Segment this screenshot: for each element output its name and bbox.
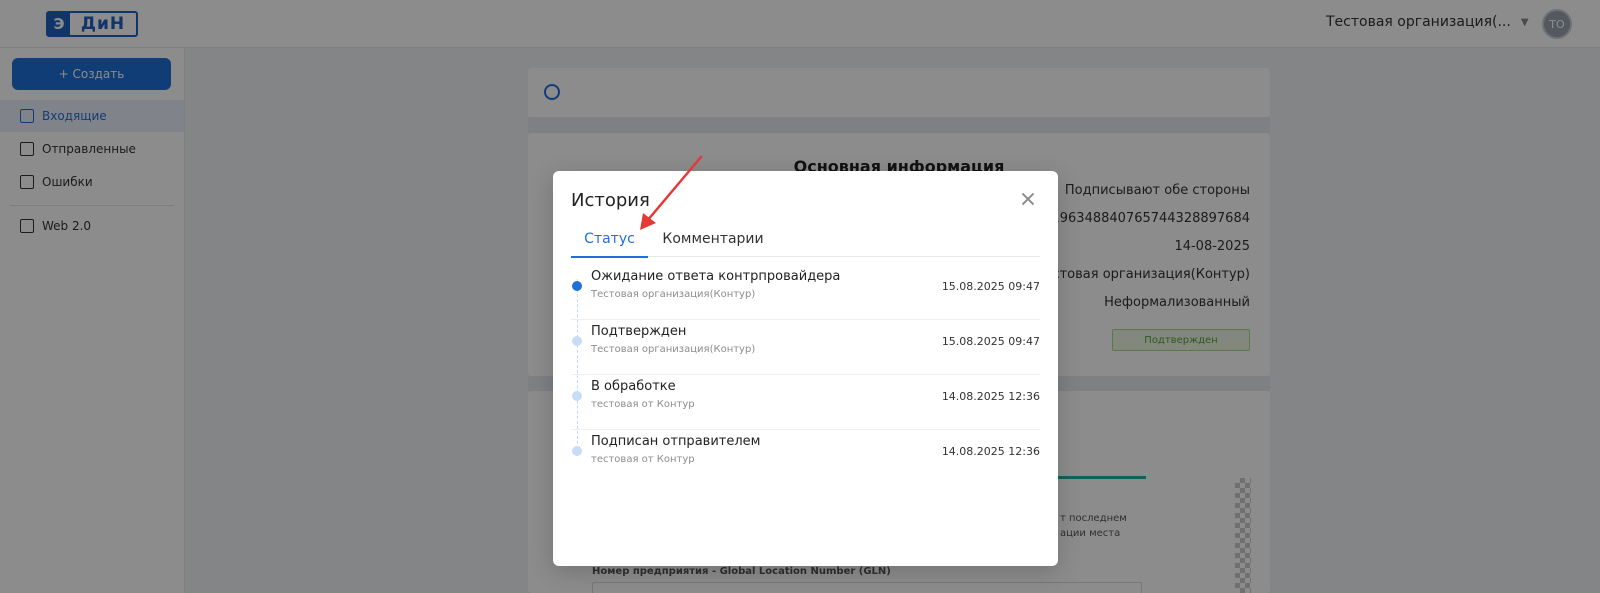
event-actor: тестовая от Контур bbox=[591, 454, 695, 465]
close-icon[interactable] bbox=[1020, 191, 1036, 207]
timeline-dot bbox=[572, 336, 582, 346]
history-modal: История Статус Комментарии Ожидание отве… bbox=[553, 171, 1058, 566]
timeline-item: Ожидание ответа контрпровайдера Тестовая… bbox=[571, 265, 1040, 320]
tab-bar: Статус Комментарии bbox=[571, 221, 1040, 258]
timeline-dot bbox=[572, 281, 582, 291]
event-status: Подтвержден bbox=[591, 324, 687, 339]
event-time: 14.08.2025 12:36 bbox=[941, 445, 1040, 458]
event-actor: Тестовая организация(Контур) bbox=[591, 344, 756, 355]
timeline-dot bbox=[572, 391, 582, 401]
timeline-item: Подписан отправителем тестовая от Контур… bbox=[571, 430, 1040, 485]
tab-status[interactable]: Статус bbox=[571, 221, 648, 258]
event-actor: Тестовая организация(Контур) bbox=[591, 289, 756, 300]
event-time: 15.08.2025 09:47 bbox=[941, 280, 1040, 293]
timeline-item: Подтвержден Тестовая организация(Контур)… bbox=[571, 320, 1040, 375]
tab-comments[interactable]: Комментарии bbox=[658, 221, 768, 257]
event-time: 15.08.2025 09:47 bbox=[941, 335, 1040, 348]
event-status: Подписан отправителем bbox=[591, 434, 761, 449]
event-time: 14.08.2025 12:36 bbox=[941, 390, 1040, 403]
timeline-item: В обработке тестовая от Контур 14.08.202… bbox=[571, 375, 1040, 430]
timeline-dot bbox=[572, 446, 582, 456]
event-status: В обработке bbox=[591, 379, 676, 394]
event-status: Ожидание ответа контрпровайдера bbox=[591, 269, 841, 284]
modal-title: История bbox=[571, 190, 650, 211]
event-actor: тестовая от Контур bbox=[591, 399, 695, 410]
